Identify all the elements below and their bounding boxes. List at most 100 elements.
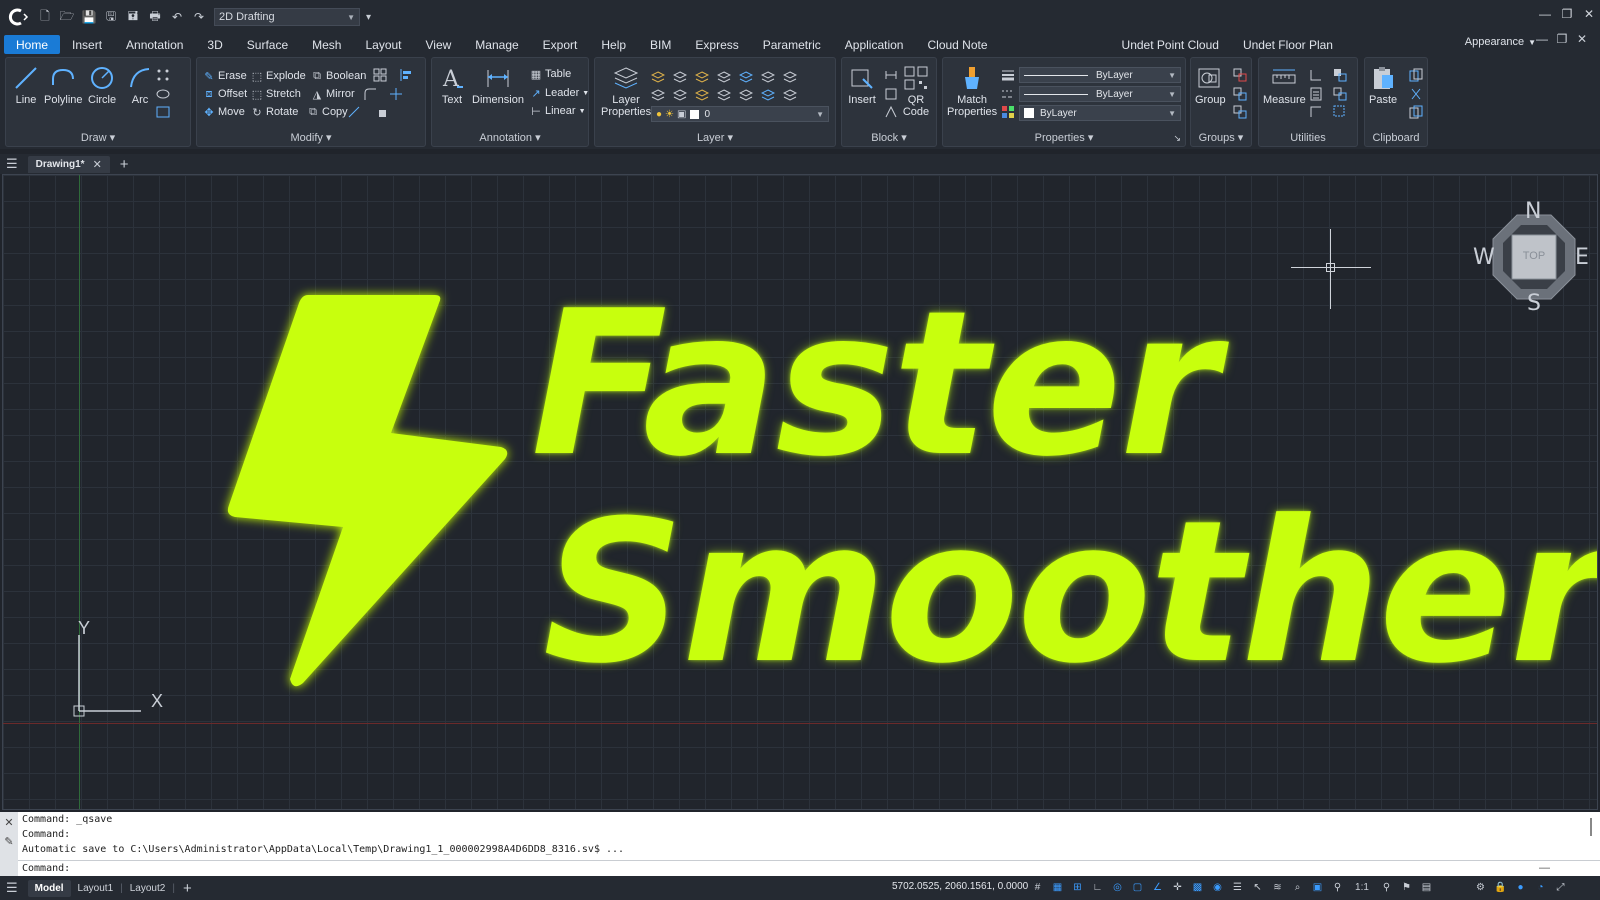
appearance-menu[interactable]: Appearance ▼ bbox=[1465, 36, 1536, 48]
tab-view[interactable]: View bbox=[414, 35, 464, 54]
leader-button[interactable]: ↗ Leader ▼ bbox=[530, 85, 589, 101]
align-icon[interactable] bbox=[399, 68, 413, 82]
restore-button[interactable]: ❐ bbox=[1556, 0, 1578, 28]
undo-icon[interactable]: ↶ bbox=[168, 8, 186, 26]
boolean-button[interactable]: ⧉ Boolean bbox=[311, 68, 366, 84]
lock-ui-icon[interactable]: 🔒 bbox=[1493, 880, 1508, 895]
compass-west[interactable]: W bbox=[1473, 245, 1495, 270]
viewcube[interactable]: N S E W TOP bbox=[1473, 199, 1589, 316]
panel-launcher-icon[interactable]: ↘ bbox=[1173, 133, 1181, 144]
edit-block-icon[interactable] bbox=[884, 68, 898, 82]
ellipse-icon[interactable] bbox=[156, 87, 170, 101]
tab-help[interactable]: Help bbox=[589, 35, 638, 54]
layer-tool-icon[interactable] bbox=[760, 70, 776, 84]
layer-tool-icon[interactable] bbox=[738, 88, 754, 102]
lineweight-icon[interactable] bbox=[1001, 68, 1015, 82]
tab-mesh[interactable]: Mesh bbox=[300, 35, 353, 54]
fillet-icon[interactable] bbox=[363, 87, 377, 101]
trim-icon[interactable] bbox=[389, 87, 403, 101]
save-icon[interactable]: 💾 bbox=[80, 8, 98, 26]
rotate-button[interactable]: ↻ Rotate bbox=[251, 104, 298, 120]
tab-home[interactable]: Home bbox=[4, 35, 61, 54]
modify-panel-title[interactable]: Modify ▾ bbox=[197, 131, 425, 144]
close-command-icon[interactable]: ✕ bbox=[4, 816, 13, 829]
snap-tracking-icon[interactable]: ∠ bbox=[1150, 880, 1165, 895]
layer-tool-icon[interactable] bbox=[650, 70, 666, 84]
layer-tool-icon[interactable] bbox=[672, 88, 688, 102]
layer-panel-title[interactable]: Layer ▾ bbox=[595, 131, 835, 144]
erase-button[interactable]: ✎ Erase bbox=[203, 68, 246, 84]
dimension-button[interactable]: Dimension bbox=[472, 64, 524, 106]
match-properties-button[interactable]: Match Properties bbox=[947, 64, 997, 118]
hamburger-menu-icon[interactable]: ☰ bbox=[6, 880, 18, 896]
collapse-icon[interactable]: — bbox=[1539, 862, 1550, 874]
layer-properties-button[interactable]: Layer Properties bbox=[601, 64, 651, 118]
minimize-button[interactable]: — bbox=[1534, 0, 1556, 28]
isolate-objects-icon[interactable]: ● bbox=[1513, 880, 1528, 895]
group-select-icon[interactable] bbox=[1233, 105, 1247, 119]
ungroup-icon[interactable] bbox=[1233, 68, 1247, 82]
grid-icon[interactable]: # bbox=[1030, 880, 1045, 895]
tab-express[interactable]: Express bbox=[683, 35, 750, 54]
tab-annotation[interactable]: Annotation bbox=[114, 35, 195, 54]
new-tab-icon[interactable]: + bbox=[120, 156, 129, 173]
compass-north[interactable]: N bbox=[1525, 199, 1541, 224]
polar-tracking-icon[interactable]: ◎ bbox=[1110, 880, 1125, 895]
object-snap-icon[interactable]: ▢ bbox=[1130, 880, 1145, 895]
linear-button[interactable]: ⊢ Linear ▼ bbox=[530, 103, 585, 119]
group-edit-icon[interactable] bbox=[1233, 87, 1247, 101]
scale-icon[interactable] bbox=[377, 105, 391, 119]
open-file-icon[interactable]: 🗁 bbox=[58, 8, 76, 26]
layer-tool-icon[interactable] bbox=[760, 88, 776, 102]
offset-button[interactable]: ⧈ Offset bbox=[203, 86, 248, 102]
viewcube-top-face[interactable]: TOP bbox=[1512, 250, 1556, 262]
close-button[interactable]: ✕ bbox=[1578, 0, 1600, 28]
compass-east[interactable]: E bbox=[1575, 245, 1589, 270]
tab-model[interactable]: Model bbox=[27, 879, 71, 897]
layer-tool-icon[interactable] bbox=[716, 70, 732, 84]
customize-command-icon[interactable]: ✎ bbox=[4, 835, 13, 848]
text-button[interactable]: A Text bbox=[438, 64, 466, 106]
layers-toggle-icon[interactable]: ≋ bbox=[1270, 880, 1285, 895]
hamburger-menu-icon[interactable]: ☰ bbox=[6, 156, 18, 172]
calculator-icon[interactable] bbox=[1309, 87, 1323, 101]
close-tab-icon[interactable]: ✕ bbox=[93, 158, 102, 171]
copy-button[interactable]: ⧉ Copy bbox=[307, 104, 348, 120]
annotation-panel-title[interactable]: Annotation ▾ bbox=[432, 131, 588, 144]
layer-tool-icon[interactable] bbox=[716, 88, 732, 102]
lineweight-toggle-icon[interactable]: ▩ bbox=[1190, 880, 1205, 895]
points-icon[interactable] bbox=[156, 68, 170, 82]
tab-layout[interactable]: Layout bbox=[353, 35, 413, 54]
tab-cloud-note[interactable]: Cloud Note bbox=[915, 35, 999, 54]
select-similar-icon[interactable] bbox=[1333, 87, 1347, 101]
tab-3d[interactable]: 3D bbox=[195, 35, 234, 54]
customize-qa-icon[interactable]: ▾ bbox=[366, 12, 371, 23]
array-icon[interactable] bbox=[373, 68, 387, 82]
new-file-icon[interactable]: 🗋 bbox=[36, 8, 54, 26]
app-logo-icon[interactable] bbox=[6, 7, 30, 27]
current-layer-dropdown[interactable]: ● ☀ ▣ 0 ▼ bbox=[651, 106, 829, 122]
tab-layout2[interactable]: Layout2 bbox=[123, 880, 173, 897]
move-button[interactable]: ✥ Move bbox=[203, 104, 245, 120]
clean-screen-icon[interactable]: ⤢ bbox=[1553, 880, 1568, 895]
paste-button[interactable]: Paste bbox=[1369, 64, 1397, 106]
color-dropdown[interactable]: ByLayer ▼ bbox=[1019, 105, 1181, 121]
linetype-dropdown[interactable]: ByLayer ▼ bbox=[1019, 86, 1181, 102]
doc-restore-icon[interactable]: ❐ bbox=[1552, 30, 1572, 48]
layer-tool-icon[interactable] bbox=[782, 88, 798, 102]
drawing-canvas[interactable]: Faster Smoother N S E W TOP Y X bbox=[2, 174, 1598, 810]
annotation-scale-label[interactable]: 1:1 bbox=[1350, 880, 1374, 895]
command-scrollbar[interactable] bbox=[1590, 818, 1592, 836]
dynamic-input-icon[interactable]: ✛ bbox=[1170, 880, 1185, 895]
measure-button[interactable]: Measure bbox=[1263, 64, 1306, 106]
tab-undet-point-cloud[interactable]: Undet Point Cloud bbox=[1110, 35, 1231, 54]
selection-cycling-icon[interactable]: ↖ bbox=[1250, 880, 1265, 895]
quick-properties-icon[interactable]: ☰ bbox=[1230, 880, 1245, 895]
point-style-icon[interactable] bbox=[1309, 105, 1323, 119]
tab-insert[interactable]: Insert bbox=[60, 35, 114, 54]
table-button[interactable]: ▦ Table bbox=[530, 66, 572, 82]
polyline-button[interactable]: Polyline bbox=[44, 64, 83, 106]
properties-palette-icon[interactable]: ▤ bbox=[1419, 880, 1434, 895]
document-tab-drawing1[interactable]: Drawing1* ✕ bbox=[27, 155, 110, 173]
copy-clip-icon[interactable] bbox=[1409, 68, 1423, 82]
